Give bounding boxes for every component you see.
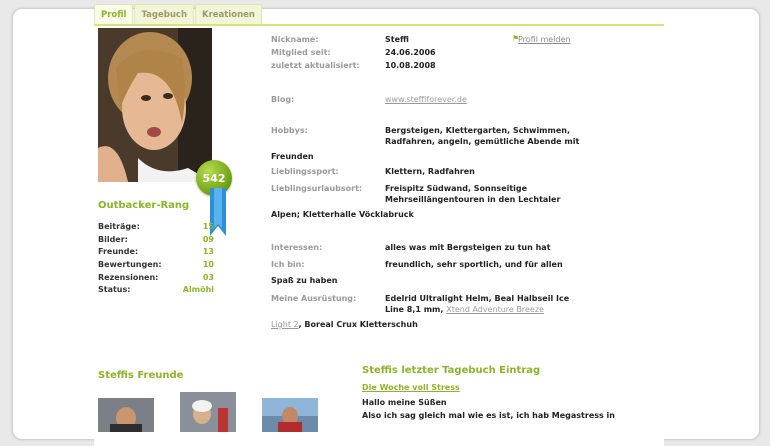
iam-line-1: freundlich, sehr sportlich, und für alle… xyxy=(385,260,563,269)
diary-line-1: Hallo meine Süßen xyxy=(362,398,447,407)
hobbies-line-2: Radfahren, angeln, gemütliche Abende mit xyxy=(385,137,580,146)
diary-entry-link[interactable]: Die Woche voll Stress xyxy=(362,382,460,394)
sport-label: Lieblingssport: xyxy=(271,167,339,176)
updated-value: 10.08.2008 xyxy=(385,61,436,70)
stat-row: Status: Almöhi xyxy=(98,285,214,295)
member-since-value: 24.06.2006 xyxy=(385,48,436,57)
gear-line-3: Light 2, Boreal Crux Kletterschuh xyxy=(271,320,418,329)
gear-link-light2[interactable]: Light 2 xyxy=(271,320,299,329)
member-since-label: Mitglied seit: xyxy=(271,48,331,57)
tab-profil[interactable]: Profil xyxy=(94,4,134,24)
report-profile-link[interactable]: Profil melden xyxy=(518,35,571,44)
stat-row: Rezensionen: 03 xyxy=(98,272,214,282)
vacation-line-3: Alpen; Kletterhalle Vöcklabruck xyxy=(271,210,414,219)
vacation-line-1: Freispitz Südwand, Sonnseitige xyxy=(385,184,528,193)
vacation-line-2: Mehrseillängentouren in den Lechtaler xyxy=(385,195,561,204)
gear-label: Meine Ausrüstung: xyxy=(271,294,357,303)
profile-tabs: Profil Tagebuch Kreationen xyxy=(94,4,263,24)
tab-kreationen[interactable]: Kreationen xyxy=(195,4,262,24)
friend-avatar[interactable] xyxy=(98,398,154,432)
friend-avatar[interactable] xyxy=(262,398,318,432)
iam-line-2: Spaß zu haben xyxy=(271,276,338,285)
hobbies-line-3: Freunden xyxy=(271,152,314,161)
rank-stats: Beiträge: 15 Bilder: 09 Freunde: 13 Bewertu… xyxy=(98,221,214,297)
stat-row: Bewertungen: 10 xyxy=(98,260,214,270)
interests-label: Interessen: xyxy=(271,243,323,252)
gear-line-1: Edelrid Ultralight Helm, Beal Halbseil I… xyxy=(385,294,570,303)
friend-avatar[interactable] xyxy=(180,392,236,432)
stat-row: Bilder: 09 xyxy=(98,234,214,244)
gear-line-2: Line 8,1 mm, Xtend Adventure Breeze xyxy=(385,305,544,314)
friends-title: Steffis Freunde xyxy=(98,370,184,381)
blog-link[interactable]: www.steffiforever.de xyxy=(385,94,467,106)
vacation-label: Lieblingsurlaubsort: xyxy=(271,184,363,193)
hobbies-line-1: Bergsteigen, Klettergarten, Schwimmen, xyxy=(385,126,571,135)
tab-tagebuch[interactable]: Tagebuch xyxy=(134,4,194,24)
iam-label: Ich bin: xyxy=(271,260,305,269)
sport-value: Klettern, Radfahren xyxy=(385,167,475,176)
updated-label: zuletzt aktualisiert: xyxy=(271,61,360,70)
rank-title: Outbacker-Rang xyxy=(98,200,190,211)
blog-label: Blog: xyxy=(271,95,295,104)
profile-photo xyxy=(98,28,212,182)
stat-row: Beiträge: 15 xyxy=(98,222,214,231)
interests-value: alles was mit Bergsteigen zu tun hat xyxy=(385,243,551,252)
diary-line-2: Also ich sag gleich mal wie es ist, ich … xyxy=(362,411,615,420)
nickname-label: Nickname: xyxy=(271,35,319,44)
diary-title: Steffis letzter Tagebuch Eintrag xyxy=(362,365,541,376)
hobbies-label: Hobbys: xyxy=(271,126,308,135)
stat-row: Freunde: 13 xyxy=(98,247,214,257)
gear-link-xtend[interactable]: Xtend Adventure Breeze xyxy=(446,305,544,314)
nickname-value: Steffi xyxy=(385,35,409,44)
